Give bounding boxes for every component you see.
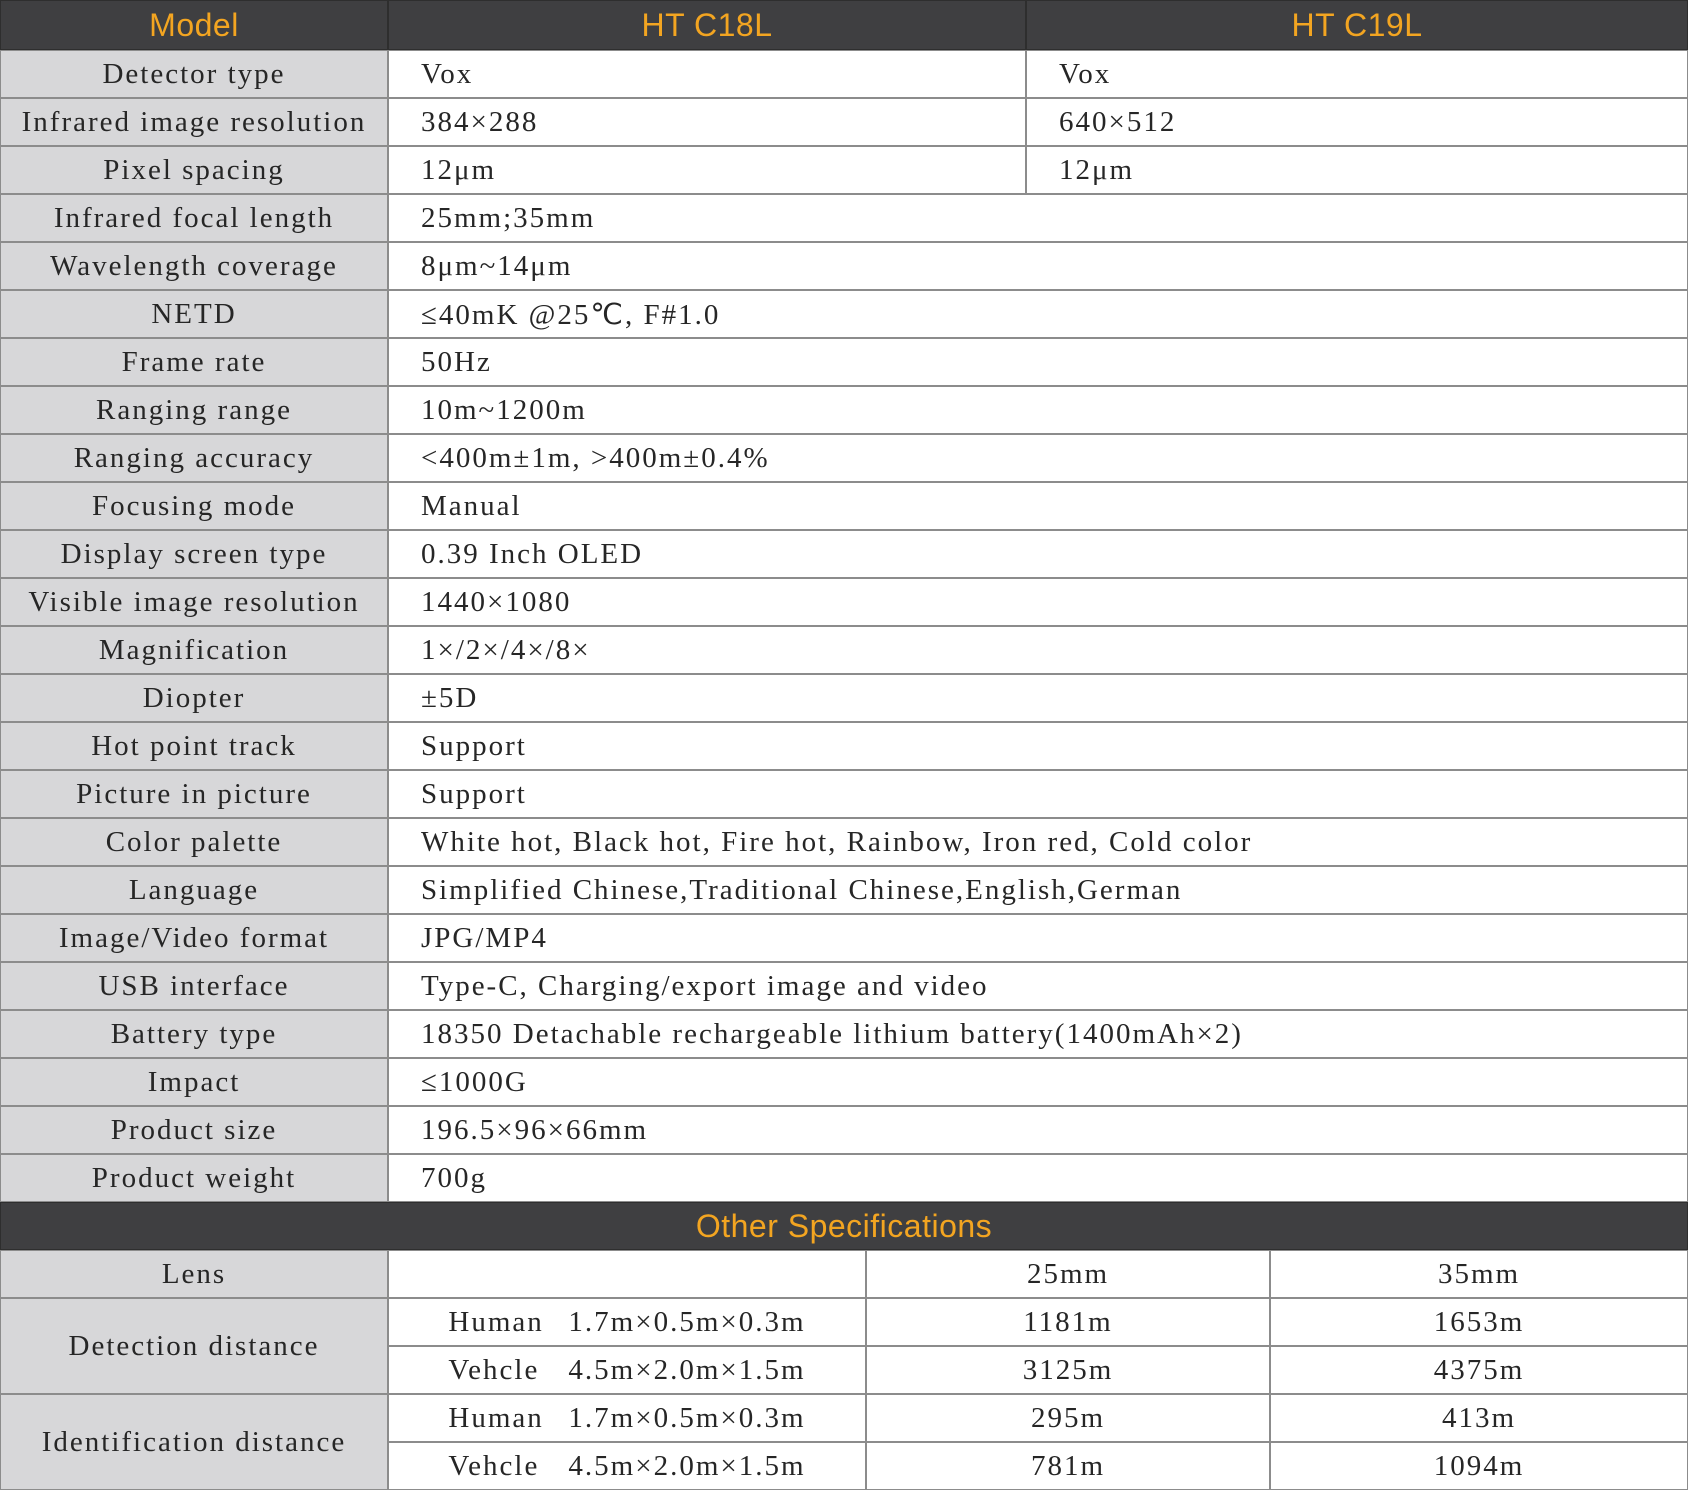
spec-label: Diopter (0, 674, 388, 722)
lens-25mm: 25mm (866, 1250, 1270, 1298)
target-name: Human (448, 1305, 544, 1338)
target-name: Vehcle (448, 1353, 540, 1386)
spec-label: Battery type (0, 1010, 388, 1058)
spec-value: 50Hz (388, 338, 1688, 386)
target-spec: Vehcle 4.5m×2.0m×1.5m (388, 1442, 866, 1490)
spec-label: Display screen type (0, 530, 388, 578)
spec-value: 1×/2×/4×/8× (388, 626, 1688, 674)
spec-value: 1440×1080 (388, 578, 1688, 626)
model-header-c19l: HT C19L (1026, 0, 1688, 50)
spec-label: Impact (0, 1058, 388, 1106)
spec-value: 0.39 Inch OLED (388, 530, 1688, 578)
distance-35mm: 1653m (1270, 1298, 1688, 1346)
target-size: 1.7m×0.5m×0.3m (568, 1401, 806, 1434)
spec-value-c18l: 384×288 (388, 98, 1026, 146)
spec-value: White hot, Black hot, Fire hot, Rainbow,… (388, 818, 1688, 866)
spec-value-c19l: 12μm (1026, 146, 1688, 194)
distance-25mm: 1181m (866, 1298, 1270, 1346)
spec-label: Ranging accuracy (0, 434, 388, 482)
spec-label: Ranging range (0, 386, 388, 434)
target-spec: Vehcle 4.5m×2.0m×1.5m (388, 1346, 866, 1394)
other-specifications-header: Other Specifications (0, 1202, 1688, 1250)
spec-value: 8μm~14μm (388, 242, 1688, 290)
spec-value-c19l: 640×512 (1026, 98, 1688, 146)
spec-value-c19l: Vox (1026, 50, 1688, 98)
spec-label: Detector type (0, 50, 388, 98)
spec-label: Product size (0, 1106, 388, 1154)
spec-label: Product weight (0, 1154, 388, 1202)
distance-25mm: 295m (866, 1394, 1270, 1442)
distance-35mm: 1094m (1270, 1442, 1688, 1490)
spec-value: Simplified Chinese,Traditional Chinese,E… (388, 866, 1688, 914)
target-size: 1.7m×0.5m×0.3m (568, 1305, 806, 1338)
spec-value: Support (388, 722, 1688, 770)
distance-35mm: 413m (1270, 1394, 1688, 1442)
spec-label: Hot point track (0, 722, 388, 770)
spec-value: 25mm;35mm (388, 194, 1688, 242)
spec-value: Manual (388, 482, 1688, 530)
spec-value: Type-C, Charging/export image and video (388, 962, 1688, 1010)
identification-distance-label: Identification distance (0, 1394, 388, 1490)
spec-value: ≤40mK @25℃, F#1.0 (388, 290, 1688, 338)
spec-value-c18l: Vox (388, 50, 1026, 98)
target-spec: Human 1.7m×0.5m×0.3m (388, 1298, 866, 1346)
target-name: Vehcle (448, 1449, 540, 1482)
spec-label: Infrared image resolution (0, 98, 388, 146)
model-header-label: Model (0, 0, 388, 50)
target-spec: Human 1.7m×0.5m×0.3m (388, 1394, 866, 1442)
spec-table: Model HT C18L HT C19L Detector type Vox Vox In… (0, 0, 1688, 1491)
spec-label: Wavelength coverage (0, 242, 388, 290)
spec-label: Color palette (0, 818, 388, 866)
model-header-c18l: HT C18L (388, 0, 1026, 50)
spec-value: Support (388, 770, 1688, 818)
lens-35mm: 35mm (1270, 1250, 1688, 1298)
spec-label: Frame rate (0, 338, 388, 386)
spec-value: 700g (388, 1154, 1688, 1202)
target-size: 4.5m×2.0m×1.5m (568, 1353, 806, 1386)
spec-label: Visible image resolution (0, 578, 388, 626)
spec-value: 10m~1200m (388, 386, 1688, 434)
spec-value: 196.5×96×66mm (388, 1106, 1688, 1154)
spec-label: Magnification (0, 626, 388, 674)
spec-label: USB interface (0, 962, 388, 1010)
spec-label: Image/Video format (0, 914, 388, 962)
detection-distance-label: Detection distance (0, 1298, 388, 1394)
spec-label: Focusing mode (0, 482, 388, 530)
target-name: Human (448, 1401, 544, 1434)
target-size: 4.5m×2.0m×1.5m (568, 1449, 806, 1482)
spec-value: ±5D (388, 674, 1688, 722)
spec-value-c18l: 12μm (388, 146, 1026, 194)
spec-label: Pixel spacing (0, 146, 388, 194)
distance-25mm: 3125m (866, 1346, 1270, 1394)
distance-25mm: 781m (866, 1442, 1270, 1490)
spec-label: Picture in picture (0, 770, 388, 818)
spec-label: NETD (0, 290, 388, 338)
spec-label: Language (0, 866, 388, 914)
spec-value: <400m±1m, >400m±0.4% (388, 434, 1688, 482)
spec-value: JPG/MP4 (388, 914, 1688, 962)
spec-value: 18350 Detachable rechargeable lithium ba… (388, 1010, 1688, 1058)
spec-value: ≤1000G (388, 1058, 1688, 1106)
lens-blank (388, 1250, 866, 1298)
distance-35mm: 4375m (1270, 1346, 1688, 1394)
spec-label: Infrared focal length (0, 194, 388, 242)
lens-label: Lens (0, 1250, 388, 1298)
